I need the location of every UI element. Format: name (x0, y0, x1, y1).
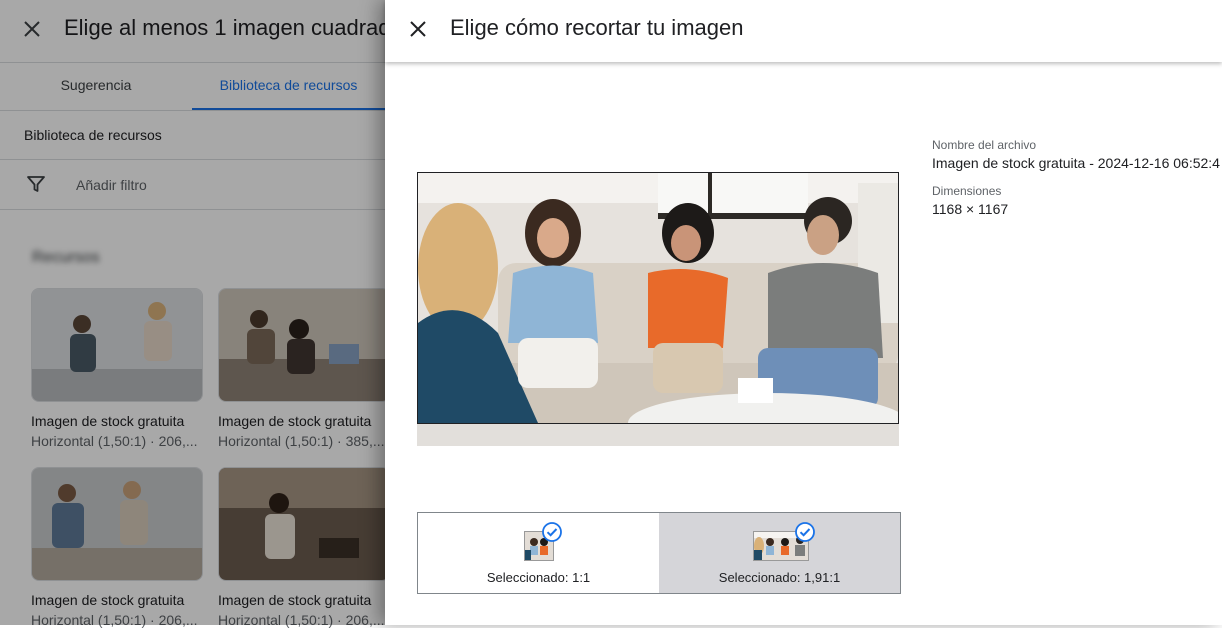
dimensions-label: Dimensiones (932, 184, 1002, 198)
file-name-label: Nombre del archivo (932, 138, 1037, 152)
crop-option-caption: Seleccionado: 1:1 (486, 570, 591, 585)
crop-option-landscape[interactable]: Seleccionado: 1,91:1 (659, 513, 900, 593)
dialog-title: Elige cómo recortar tu imagen (450, 15, 744, 40)
dialog-header: Elige cómo recortar tu imagen (385, 0, 1222, 62)
crop-options: Seleccionado: 1:1 Seleccionado: 1,91:1 (417, 512, 901, 594)
crop-dialog: Elige cómo recortar tu imagen Nombre del… (385, 0, 1222, 625)
file-info: Nombre del archivo Imagen de stock gratu… (932, 138, 1222, 217)
file-name: Imagen de stock gratuita - 2024-12-16 06… (932, 155, 1220, 171)
modal-scrim[interactable] (0, 0, 385, 625)
check-circle-icon (542, 522, 562, 542)
crop-option-square[interactable]: Seleccionado: 1:1 (418, 513, 659, 593)
crop-preview[interactable] (417, 172, 899, 446)
preview-image (417, 172, 899, 424)
dimensions-value: 1168 × 1167 (932, 201, 1009, 217)
check-circle-icon (795, 522, 815, 542)
crop-option-caption: Seleccionado: 1,91:1 (718, 570, 841, 585)
close-icon[interactable] (406, 17, 430, 41)
preview-crop-shade (417, 424, 899, 446)
